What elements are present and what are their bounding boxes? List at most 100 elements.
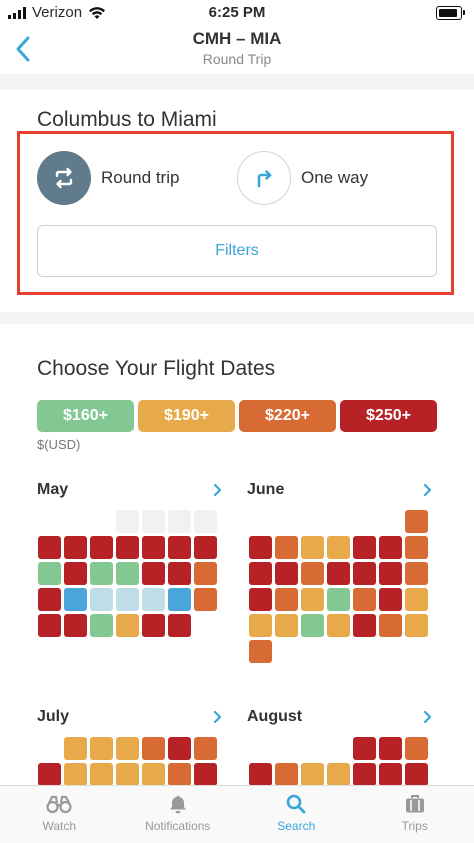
calendar-day-cell[interactable]: [90, 763, 113, 786]
status-bar: Verizon 6:25 PM: [0, 0, 474, 26]
calendar-day-cell[interactable]: [405, 536, 428, 559]
calendar-day-cell[interactable]: [116, 614, 139, 637]
calendar-day-cell[interactable]: [116, 562, 139, 585]
calendar-day-cell[interactable]: [90, 588, 113, 611]
calendar-day-cell[interactable]: [379, 536, 402, 559]
calendar-day-cell[interactable]: [194, 588, 217, 611]
calendar-august: [249, 737, 428, 786]
calendar-day-cell[interactable]: [327, 614, 350, 637]
calendar-day-cell[interactable]: [249, 640, 272, 663]
calendar-day-cell[interactable]: [142, 763, 165, 786]
calendar-day-cell[interactable]: [64, 536, 87, 559]
calendar-day-cell[interactable]: [168, 614, 191, 637]
calendar-day-cell[interactable]: [116, 536, 139, 559]
one-way-label: One way: [301, 168, 368, 188]
calendar-day-cell[interactable]: [142, 737, 165, 760]
calendar-day-cell[interactable]: [116, 763, 139, 786]
calendar-day-cell[interactable]: [405, 510, 428, 533]
calendar-day-cell[interactable]: [379, 737, 402, 760]
calendar-day-cell[interactable]: [353, 763, 376, 786]
calendar-day-cell[interactable]: [168, 536, 191, 559]
calendar-day-cell[interactable]: [353, 562, 376, 585]
calendar-day-cell[interactable]: [379, 763, 402, 786]
august-next-button[interactable]: [419, 708, 435, 726]
calendar-day-cell[interactable]: [327, 763, 350, 786]
calendar-day-cell[interactable]: [327, 562, 350, 585]
calendar-day-cell[interactable]: [64, 763, 87, 786]
calendar-day-cell[interactable]: [116, 737, 139, 760]
calendar-day-cell[interactable]: [168, 763, 191, 786]
calendar-day-cell[interactable]: [353, 536, 376, 559]
calendar-day-cell[interactable]: [379, 588, 402, 611]
calendar-day-cell[interactable]: [327, 536, 350, 559]
calendar-day-cell[interactable]: [249, 536, 272, 559]
tab-search[interactable]: Search: [237, 786, 356, 843]
calendar-day-cell[interactable]: [275, 588, 298, 611]
calendar-day-cell[interactable]: [379, 614, 402, 637]
calendar-day-cell[interactable]: [405, 562, 428, 585]
calendar-day-cell[interactable]: [249, 562, 272, 585]
tab-watch-label: Watch: [42, 819, 76, 833]
round-trip-option[interactable]: Round trip: [37, 151, 179, 205]
one-way-option[interactable]: One way: [237, 151, 368, 205]
may-next-button[interactable]: [209, 481, 225, 499]
calendar-day-cell[interactable]: [38, 588, 61, 611]
calendar-day-cell[interactable]: [301, 614, 324, 637]
calendar-day-cell[interactable]: [142, 562, 165, 585]
calendar-day-cell[interactable]: [353, 588, 376, 611]
calendar-day-cell[interactable]: [64, 737, 87, 760]
calendar-day-cell[interactable]: [405, 588, 428, 611]
calendar-day-cell[interactable]: [275, 614, 298, 637]
calendar-day-cell[interactable]: [353, 737, 376, 760]
calendar-day-cell[interactable]: [301, 562, 324, 585]
calendar-day-cell[interactable]: [249, 614, 272, 637]
calendar-day-cell[interactable]: [249, 588, 272, 611]
tab-trips[interactable]: Trips: [356, 786, 474, 843]
calendar-day-cell[interactable]: [142, 614, 165, 637]
calendar-day-cell[interactable]: [64, 588, 87, 611]
calendar-day-cell[interactable]: [142, 536, 165, 559]
calendar-day-cell[interactable]: [275, 536, 298, 559]
calendar-day-cell[interactable]: [90, 614, 113, 637]
calendar-day-cell[interactable]: [64, 614, 87, 637]
june-next-button[interactable]: [419, 481, 435, 499]
calendar-day-cell[interactable]: [38, 614, 61, 637]
calendar-day-cell[interactable]: [168, 562, 191, 585]
calendar-day-cell[interactable]: [194, 562, 217, 585]
calendar-day-cell[interactable]: [168, 588, 191, 611]
calendar-day-cell[interactable]: [38, 536, 61, 559]
july-next-button[interactable]: [209, 708, 225, 726]
calendar-day-cell[interactable]: [90, 536, 113, 559]
round-trip-icon: [37, 151, 91, 205]
calendar-day-cell[interactable]: [168, 737, 191, 760]
calendar-day-cell[interactable]: [90, 562, 113, 585]
calendar-day-cell[interactable]: [249, 763, 272, 786]
calendar-empty: [275, 737, 298, 760]
calendar-day-cell[interactable]: [275, 763, 298, 786]
tab-watch[interactable]: Watch: [0, 786, 119, 843]
calendar-day-cell[interactable]: [90, 737, 113, 760]
chevron-right-icon: [213, 483, 222, 497]
calendar-day-cell[interactable]: [405, 763, 428, 786]
calendar-empty: [38, 737, 61, 760]
calendar-day-cell[interactable]: [301, 536, 324, 559]
calendar-day-cell[interactable]: [301, 763, 324, 786]
calendar-day-cell[interactable]: [275, 562, 298, 585]
month-title-july: July: [37, 708, 69, 726]
tab-notifications[interactable]: Notifications: [119, 786, 238, 843]
calendar-day-cell[interactable]: [405, 614, 428, 637]
calendar-day-cell[interactable]: [116, 588, 139, 611]
calendar-day-cell[interactable]: [142, 588, 165, 611]
calendar-day-cell[interactable]: [38, 763, 61, 786]
calendar-day-cell[interactable]: [194, 763, 217, 786]
filters-button[interactable]: Filters: [37, 225, 437, 277]
calendar-day-cell[interactable]: [194, 737, 217, 760]
calendar-day-cell[interactable]: [194, 536, 217, 559]
calendar-day-cell[interactable]: [301, 588, 324, 611]
calendar-day-cell[interactable]: [327, 588, 350, 611]
calendar-day-cell[interactable]: [405, 737, 428, 760]
calendar-day-cell[interactable]: [64, 562, 87, 585]
calendar-day-cell[interactable]: [379, 562, 402, 585]
calendar-day-cell[interactable]: [353, 614, 376, 637]
calendar-day-cell[interactable]: [38, 562, 61, 585]
